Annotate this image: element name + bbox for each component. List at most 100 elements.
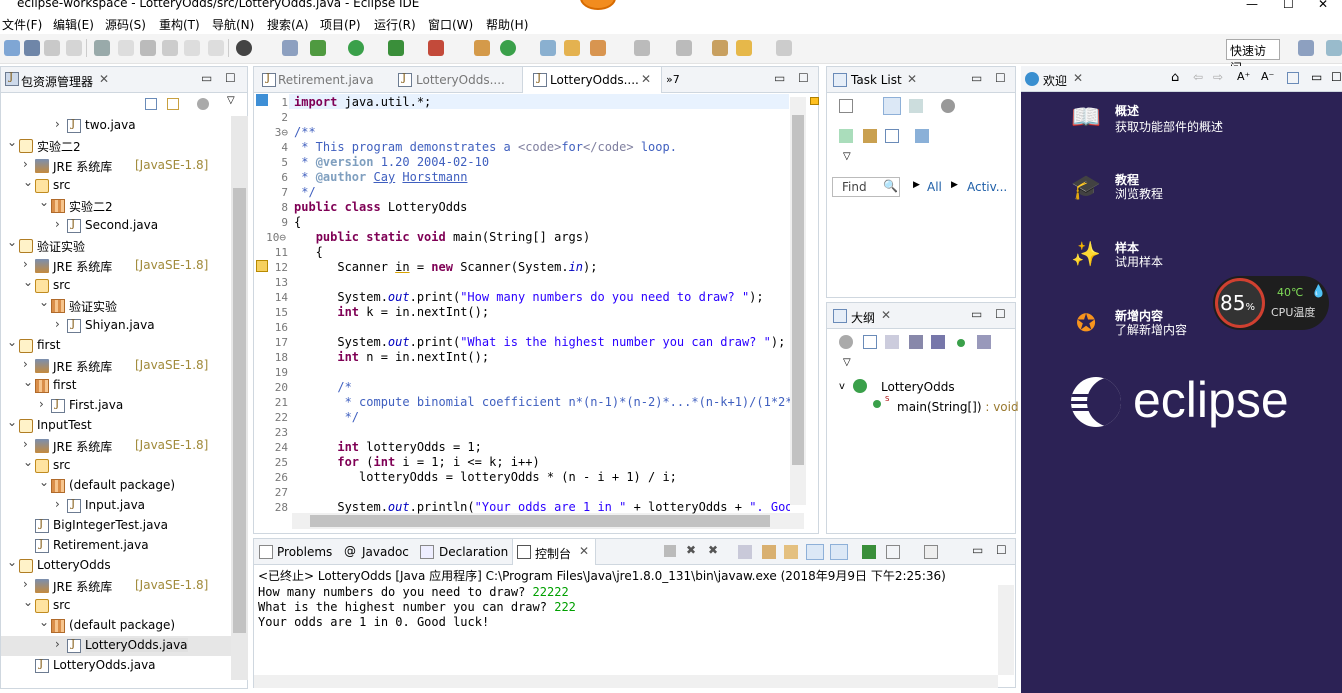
menu-refactor[interactable]: 重构(T) — [159, 16, 200, 33]
remove-all-icon[interactable]: ✖ — [708, 543, 718, 557]
tree-item[interactable]: ⌄ first — [1, 335, 231, 356]
tree-item[interactable]: Retirement.java — [1, 536, 231, 556]
collapsed-arrow-icon[interactable]: › — [55, 217, 60, 231]
expand-arrow-icon[interactable]: v — [839, 381, 845, 392]
explorer-scroll-thumb[interactable] — [233, 188, 246, 633]
tree-item[interactable]: ⌄ src — [1, 455, 231, 476]
overview-marker[interactable] — [810, 97, 819, 105]
clear-console-icon[interactable] — [738, 545, 752, 559]
editor-hscroll[interactable] — [292, 513, 804, 529]
display-console-icon[interactable] — [886, 545, 900, 559]
editor-vscroll-thumb[interactable] — [792, 115, 804, 465]
menu-search[interactable]: 搜索(A) — [267, 16, 309, 33]
close-tab-icon[interactable]: ✕ — [641, 72, 651, 86]
tree-item[interactable]: › JRE 系统库 [JavaSE-1.8] — [1, 576, 231, 596]
minimize-welcome-icon[interactable]: ▭ — [1311, 70, 1322, 84]
minimize-console-icon[interactable]: ▭ — [972, 543, 983, 557]
tab-lotteryodds-1[interactable]: LotteryOdds.... — [416, 73, 505, 87]
back-icon[interactable]: ⇦ — [1193, 70, 1203, 84]
collapse-all-icon[interactable] — [145, 98, 157, 110]
font-increase-icon[interactable]: A⁺ — [1237, 70, 1250, 83]
find-field[interactable]: Find 🔍 — [832, 177, 900, 197]
pin-console-icon[interactable] — [862, 545, 876, 559]
maximize-button[interactable]: ☐ — [1283, 0, 1294, 11]
collapsed-arrow-icon[interactable]: › — [55, 497, 60, 511]
tree-item[interactable]: › Shiyan.java — [1, 316, 231, 336]
tree-item[interactable]: ⌄ src — [1, 275, 231, 296]
tree-item[interactable]: ⌄ LotteryOdds — [1, 555, 231, 576]
search-icon[interactable]: 🔍 — [883, 179, 898, 193]
minimize-view-icon[interactable]: ▭ — [201, 71, 212, 85]
tree-item[interactable]: BigIntegerTest.java — [1, 516, 231, 536]
tree-item[interactable]: › JRE 系统库 [JavaSE-1.8] — [1, 156, 231, 176]
hide-fields-icon[interactable] — [909, 335, 923, 349]
tab-problems[interactable]: Problems — [277, 545, 332, 559]
expanded-arrow-icon[interactable]: ⌄ — [39, 475, 49, 489]
hide-nonpublic-icon[interactable] — [957, 339, 965, 347]
prev-edit-icon[interactable] — [676, 40, 692, 56]
expanded-arrow-icon[interactable]: ⌄ — [23, 375, 33, 389]
expanded-arrow-icon[interactable]: ⌄ — [23, 455, 33, 469]
maximize-editor-icon[interactable]: ☐ — [798, 71, 809, 85]
tree-item[interactable]: › JRE 系统库 [JavaSE-1.8] — [1, 356, 231, 376]
samples-subtitle[interactable]: 试用样本 — [1115, 253, 1163, 270]
expanded-arrow-icon[interactable]: ⌄ — [7, 415, 17, 429]
tree-item[interactable]: ⌄ 验证实验 — [1, 295, 231, 316]
close-button[interactable]: ✕ — [1318, 0, 1328, 11]
collapsed-arrow-icon[interactable]: › — [23, 257, 28, 271]
expanded-arrow-icon[interactable]: ⌄ — [39, 195, 49, 209]
tree-item[interactable]: ⌄ src — [1, 595, 231, 616]
forward-arrow-icon[interactable] — [776, 40, 792, 56]
font-decrease-icon[interactable]: A⁻ — [1261, 70, 1274, 83]
maximize-console-icon[interactable]: ☐ — [996, 543, 1007, 557]
overview-title[interactable]: 概述 — [1115, 102, 1139, 119]
sync-icon[interactable] — [915, 129, 929, 143]
menu-source[interactable]: 源码(S) — [105, 16, 146, 33]
java-perspective-icon[interactable] — [1326, 40, 1342, 56]
minimize-task-icon[interactable]: ▭ — [971, 71, 982, 85]
collapsed-arrow-icon[interactable]: › — [23, 157, 28, 171]
run-icon[interactable] — [348, 40, 364, 56]
sort-icon[interactable] — [885, 335, 899, 349]
tab-declaration[interactable]: Declaration — [439, 545, 508, 559]
task-list-title[interactable]: Task List — [851, 73, 902, 87]
filter-icon[interactable] — [839, 129, 853, 143]
tab-lotteryodds-active[interactable]: LotteryOdds.... — [550, 73, 639, 87]
chevron-down-icon[interactable]: ▽ — [843, 151, 851, 162]
collapsed-arrow-icon[interactable]: › — [39, 397, 44, 411]
editor-vscroll[interactable] — [790, 97, 806, 505]
close-welcome-icon[interactable]: ✕ — [1073, 71, 1083, 85]
scroll-lock-icon[interactable] — [762, 545, 776, 559]
whatsnew-subtitle[interactable]: 了解新增内容 — [1115, 321, 1187, 338]
tree-item[interactable]: › LotteryOdds.java — [1, 636, 231, 656]
search-tool-icon[interactable] — [590, 40, 606, 56]
word-wrap-icon[interactable] — [784, 545, 798, 559]
close-outline-icon[interactable]: ✕ — [881, 308, 891, 322]
activate-link[interactable]: Activ... — [967, 180, 1007, 194]
menu-window[interactable]: 窗口(W) — [428, 16, 473, 33]
open-folder-icon[interactable] — [564, 40, 580, 56]
remove-launch-icon[interactable]: ✖ — [686, 543, 696, 557]
outline-menu-icon[interactable] — [839, 335, 853, 349]
prev-annotation-icon[interactable] — [162, 40, 178, 56]
tree-item[interactable]: ⌄ 实验二2 — [1, 135, 231, 156]
tree-item[interactable]: ⌄ InputTest — [1, 415, 231, 436]
close-task-list-icon[interactable]: ✕ — [907, 72, 917, 86]
overview-subtitle[interactable]: 获取功能部件的概述 — [1115, 118, 1223, 135]
maximize-view-icon[interactable]: ☐ — [225, 71, 236, 85]
tree-item[interactable]: › Second.java — [1, 216, 231, 236]
home-icon[interactable]: ⌂ — [1171, 70, 1179, 85]
tab-retirement[interactable]: Retirement.java — [278, 73, 374, 87]
tree-item[interactable]: › First.java — [1, 396, 231, 416]
close-console-icon[interactable]: ✕ — [579, 544, 589, 558]
minimize-editor-icon[interactable]: ▭ — [774, 71, 785, 85]
task-view-menu-icon[interactable] — [941, 99, 955, 113]
outline-collapse-icon[interactable] — [863, 335, 877, 349]
expanded-arrow-icon[interactable]: ⌄ — [7, 235, 17, 249]
menu-edit[interactable]: 编辑(E) — [53, 16, 94, 33]
minimize-outline-icon[interactable]: ▭ — [971, 307, 982, 321]
whatsnew-star-icon[interactable]: ✪ — [1071, 308, 1101, 338]
tree-item[interactable]: ⌄ (default package) — [1, 615, 231, 636]
tutorials-cap-icon[interactable]: 🎓 — [1071, 172, 1101, 202]
forward-icon[interactable]: ⇨ — [1213, 70, 1223, 84]
